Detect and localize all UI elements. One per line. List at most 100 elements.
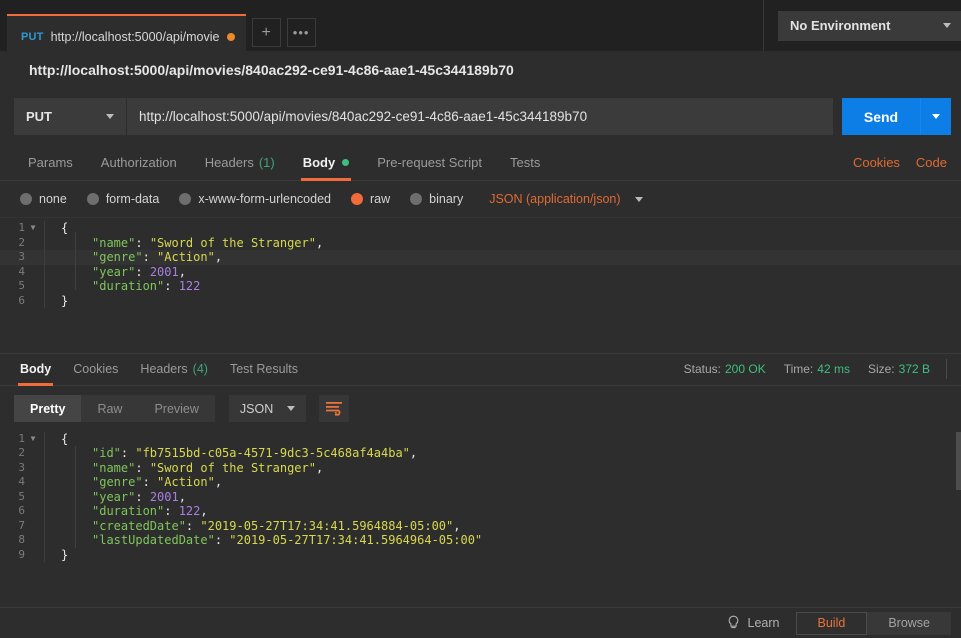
url-bar: PUT http://localhost:5000/api/movies/840…: [0, 89, 961, 144]
status-value: 200 OK: [725, 362, 766, 377]
body-type-form-data[interactable]: form-data: [86, 192, 159, 206]
code-text: "lastUpdatedDate": "2019-05-27T17:34:41.…: [92, 533, 483, 548]
code-line: 1 ▼ {: [0, 431, 961, 447]
code-text: "year": 2001,: [92, 489, 186, 504]
body-type-raw[interactable]: raw: [351, 192, 390, 206]
word-wrap-icon: [325, 402, 342, 416]
tab-strip: PUT http://localhost:5000/api/movies + •…: [0, 0, 316, 58]
body-type-urlencoded[interactable]: x-www-form-urlencoded: [179, 192, 331, 206]
response-body-editor[interactable]: 1 ▼ {2 "id": "fb7515bd-c05a-4571-9dc3-5c468…: [0, 431, 961, 607]
code-line: 7 "createdDate": "2019-05-27T17:34:41.596…: [0, 518, 961, 534]
line-number: 9: [18, 547, 25, 561]
mode-browse[interactable]: Browse: [867, 611, 951, 635]
method-selector[interactable]: PUT: [14, 98, 127, 135]
body-type-urlencoded-label: x-www-form-urlencoded: [198, 192, 331, 206]
send-options-button[interactable]: [920, 98, 951, 135]
line-number: 2: [18, 235, 25, 249]
view-mode-preview[interactable]: Preview: [138, 395, 214, 422]
view-mode-pretty[interactable]: Pretty: [14, 395, 82, 423]
response-scrollbar[interactable]: [956, 431, 961, 490]
unsaved-dot-icon: [226, 33, 235, 41]
size-value: 372 B: [898, 362, 930, 377]
radio-selected-icon: [351, 193, 363, 205]
request-tab-url: http://localhost:5000/api/movies: [50, 30, 219, 44]
code-line: 2 "id": "fb7515bd-c05a-4571-9dc3-5c468af4…: [0, 446, 961, 461]
tab-authorization[interactable]: Authorization: [87, 144, 191, 180]
request-tab[interactable]: PUT http://localhost:5000/api/movies: [7, 14, 246, 58]
learn-label: Learn: [747, 616, 780, 630]
lightbulb-icon: [727, 615, 740, 631]
environment-label: No Environment: [790, 18, 891, 33]
request-body-editor[interactable]: 1 ▼ {2 "name": "Sword of the Stranger", 3 "ge…: [0, 217, 961, 353]
code-line: 1 ▼ {: [0, 221, 961, 236]
body-type-none[interactable]: none: [20, 192, 67, 206]
response-tab-cookies[interactable]: Cookies: [62, 354, 129, 385]
tab-params[interactable]: Params: [14, 144, 87, 180]
line-number: 1 ▼: [0, 432, 44, 447]
code-text: {: [61, 221, 69, 235]
line-number: 3: [18, 250, 25, 263]
new-tab-button[interactable]: +: [251, 18, 281, 47]
body-type-binary[interactable]: binary: [410, 192, 463, 206]
code-text: "duration": 122,: [92, 504, 208, 519]
fold-arrow-icon[interactable]: ▼: [28, 432, 38, 447]
code-line: 4 "genre": "Action",: [0, 475, 961, 490]
learn-button[interactable]: Learn: [727, 615, 780, 631]
code-link[interactable]: Code: [916, 155, 947, 170]
code-text: }: [61, 547, 69, 562]
code-line: 9}: [0, 547, 961, 563]
code-line: 5 "year": 2001,: [0, 489, 961, 505]
line-number: 5: [18, 279, 25, 292]
response-format-selector[interactable]: JSON: [228, 395, 307, 423]
response-tabs: Body Cookies Headers (4) Test Results St…: [0, 352, 961, 386]
line-number: 7: [18, 518, 25, 532]
response-tab-body[interactable]: Body: [9, 354, 62, 386]
line-number: 2: [18, 446, 25, 460]
line-number: 4: [18, 475, 25, 489]
time-label: Time:: [783, 362, 814, 377]
word-wrap-button[interactable]: [319, 395, 350, 423]
response-tab-headers-label: Headers: [140, 362, 188, 377]
tab-authorization-label: Authorization: [100, 154, 177, 170]
tab-headers[interactable]: Headers (1): [191, 144, 289, 180]
code-text: "year": 2001,: [92, 264, 186, 279]
chevron-down-icon: [634, 196, 643, 202]
line-number: 3: [18, 460, 25, 474]
fold-arrow-icon[interactable]: ▼: [28, 221, 38, 236]
tab-pre-request-script[interactable]: Pre-request Script: [363, 144, 496, 180]
code-text: "duration": 122: [92, 279, 201, 293]
code-text: "name": "Sword of the Stranger",: [92, 235, 324, 250]
tab-bar: PUT http://localhost:5000/api/movies + •…: [0, 0, 961, 58]
code-text: "genre": "Action",: [92, 475, 223, 490]
code-line: 4 "year": 2001,: [0, 264, 961, 279]
response-tab-test-results[interactable]: Test Results: [219, 354, 309, 385]
code-text: "name": "Sword of the Stranger",: [92, 460, 324, 475]
radio-icon: [20, 193, 32, 205]
tab-options-button[interactable]: •••: [286, 18, 316, 47]
tab-tests-label: Tests: [509, 154, 541, 170]
view-mode-raw[interactable]: Raw: [81, 395, 138, 422]
cookies-link[interactable]: Cookies: [853, 155, 900, 170]
chevron-down-icon: [287, 406, 296, 412]
environment-selector[interactable]: No Environment: [778, 10, 961, 41]
status-meta: Status: 200 OK: [684, 362, 766, 376]
time-value: 42 ms: [817, 362, 850, 377]
body-type-row: none form-data x-www-form-urlencoded raw…: [0, 181, 961, 217]
tab-body[interactable]: Body: [289, 144, 364, 181]
request-tabs: Params Authorization Headers (1) Body Pr…: [0, 144, 961, 181]
code-text: {: [61, 431, 69, 446]
url-input[interactable]: http://localhost:5000/api/movies/840ac29…: [127, 98, 833, 135]
tab-tests[interactable]: Tests: [496, 144, 554, 180]
response-tab-headers[interactable]: Headers (4): [129, 354, 219, 385]
mode-build[interactable]: Build: [795, 611, 868, 635]
radio-icon: [410, 193, 423, 205]
content-type-label: JSON (application/json): [489, 192, 621, 206]
radio-icon: [86, 193, 99, 205]
response-format-label: JSON: [239, 401, 274, 416]
chevron-down-icon: [932, 114, 940, 119]
content-type-selector[interactable]: JSON (application/json): [489, 192, 643, 206]
code-text: "createdDate": "2019-05-27T17:34:41.5964…: [92, 518, 461, 533]
response-tab-headers-count: (4): [192, 362, 208, 377]
send-button[interactable]: Send: [842, 98, 920, 135]
tab-body-label: Body: [302, 154, 336, 170]
